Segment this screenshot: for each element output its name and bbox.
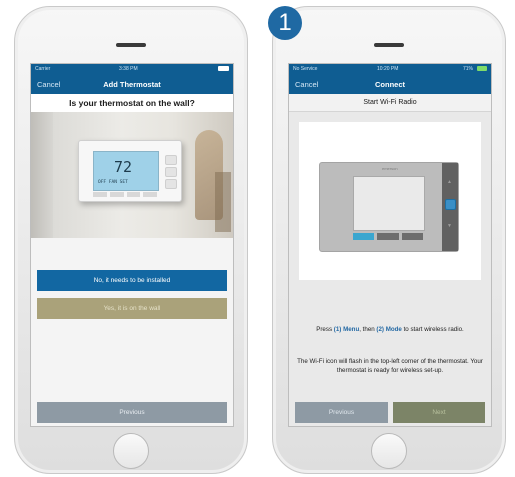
- status-bar: No Service 10:20 PM 71%: [289, 64, 491, 75]
- add-thermostat-screen: Carrier 3:38 PM Cancel Add Thermostat Is…: [30, 63, 234, 427]
- thermostat-image: 72 OFF FAN SET: [78, 140, 182, 202]
- nav-title: Add Thermostat: [103, 80, 161, 89]
- clock: 10:20 PM: [377, 66, 399, 72]
- previous-button[interactable]: Previous: [295, 402, 388, 423]
- thermostat-photo: 72 OFF FAN SET: [31, 112, 233, 238]
- background-plant-stem: [215, 172, 231, 232]
- speaker-grille: [374, 43, 404, 47]
- chevron-up-icon: ▲: [447, 179, 452, 185]
- nav-bar: Cancel Add Thermostat: [31, 75, 233, 94]
- home-button: [371, 433, 407, 469]
- home-button: [113, 433, 149, 469]
- next-button[interactable]: Next: [393, 402, 485, 423]
- step-title: Start Wi-Fi Radio: [289, 94, 491, 112]
- previous-button[interactable]: Previous: [37, 402, 227, 423]
- thermostat-lcd: 72 OFF FAN SET: [93, 151, 159, 191]
- needs-install-button[interactable]: No, it needs to be installed: [37, 270, 227, 291]
- question-heading: Is your thermostat on the wall?: [31, 94, 233, 112]
- thermostat-mode-button-image: [165, 167, 177, 177]
- thermostat-illustration: emerson ▲ ▼: [299, 122, 481, 280]
- thermostat-device-diagram: emerson ▲ ▼: [319, 162, 459, 252]
- nav-bar: Cancel Connect: [289, 75, 491, 94]
- device-brand-label: emerson: [382, 166, 398, 171]
- device-bottom-keys: [353, 233, 423, 240]
- battery-icon: [477, 64, 487, 75]
- connect-screen: No Service 10:20 PM 71% Cancel Connect S…: [288, 63, 492, 427]
- wall-shadow: [31, 112, 53, 238]
- menu-key-label: (1) Menu: [333, 326, 360, 333]
- lcd-temperature: 72: [114, 158, 133, 176]
- wifi-note-text: The Wi-Fi icon will flash in the top-lef…: [297, 358, 483, 374]
- battery-percent: 71%: [462, 66, 473, 72]
- mode-key-highlight: [353, 233, 375, 240]
- step-number-badge: 1: [268, 6, 302, 40]
- clock: 3:38 PM: [119, 66, 138, 72]
- thermostat-down-button-image: [165, 179, 177, 189]
- lcd-status-line: OFF FAN SET: [98, 180, 128, 185]
- thermostat-bottom-keys: [93, 192, 157, 197]
- phone-right: No Service 10:20 PM 71% Cancel Connect S…: [272, 6, 506, 474]
- device-screen: [353, 176, 425, 231]
- thermostat-up-button-image: [165, 155, 177, 165]
- status-bar: Carrier 3:38 PM: [31, 64, 233, 75]
- menu-button-highlight: [445, 199, 456, 210]
- device-side-panel: ▲ ▼: [442, 163, 458, 251]
- mode-key-label: (2) Mode: [376, 326, 402, 333]
- carrier-label: Carrier: [35, 66, 51, 72]
- nav-title: Connect: [375, 80, 405, 89]
- speaker-grille: [116, 43, 146, 47]
- chevron-down-icon: ▼: [447, 223, 452, 229]
- phone-left: Carrier 3:38 PM Cancel Add Thermostat Is…: [14, 6, 248, 474]
- battery-icon: [218, 64, 229, 75]
- carrier-label: No Service: [293, 66, 318, 72]
- on-wall-button[interactable]: Yes, it is on the wall: [37, 298, 227, 319]
- instruction-text: Press (1) Menu, then (2) Mode to start w…: [316, 326, 464, 333]
